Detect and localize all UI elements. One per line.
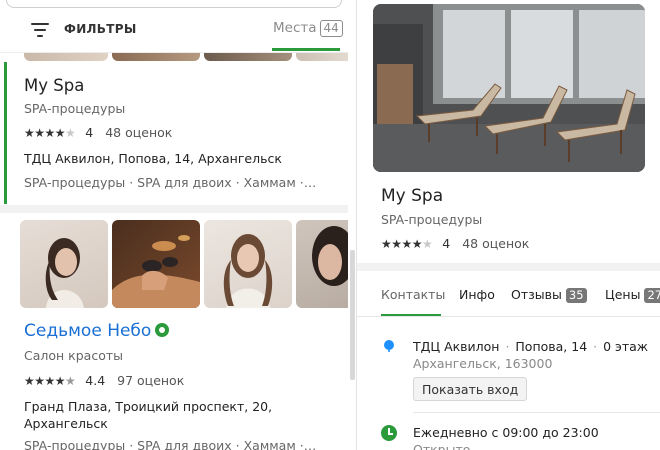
- tab-prices[interactable]: Цены27: [605, 287, 660, 303]
- search-box-edge: [6, 0, 342, 8]
- rating-count: 48 оценок: [462, 236, 530, 251]
- card-tags: SPA-процедуры · SPA для двоих · Хаммам ·…: [24, 175, 317, 190]
- filter-icon[interactable]: [31, 23, 49, 37]
- place-category: SPA-процедуры: [381, 212, 483, 227]
- tab-places-underline: [272, 48, 340, 51]
- card-rating: ★★★★★ 4.4 97 оценок: [24, 373, 184, 388]
- photo-pagination[interactable]: [509, 162, 549, 172]
- prices-count-badge: 27: [644, 288, 660, 303]
- rating-count: 97 оценок: [117, 373, 185, 388]
- rating-stars: ★★★★★: [381, 237, 433, 251]
- card-photo[interactable]: [112, 220, 200, 308]
- place-rating[interactable]: ★★★★★ 4 48 оценок: [381, 236, 529, 251]
- result-card-my-spa[interactable]: My Spa SPA-процедуры ★★★★★ 4 48 оценок Т…: [0, 62, 348, 204]
- verified-badge-icon: [155, 323, 170, 337]
- rating-count: 48 оценок: [105, 125, 173, 140]
- tab-prices-label: Цены: [605, 287, 641, 302]
- tab-reviews-label: Отзывы: [511, 287, 562, 302]
- card-address-line1: Гранд Плаза, Троицкий проспект, 20,: [24, 399, 273, 414]
- card-address-line2: Архангельск: [24, 416, 108, 431]
- rating-stars: ★★★★★: [24, 374, 76, 388]
- card-tags: SPA-процедуры · SPA для двоих · Хаммам ·…: [24, 438, 317, 450]
- location-pin-icon: [384, 340, 394, 352]
- places-count-badge: 44: [319, 20, 343, 37]
- tab-places-label: Места: [273, 20, 317, 36]
- card-photo[interactable]: [296, 220, 348, 308]
- filters-button[interactable]: ФИЛЬТРЫ: [64, 22, 137, 36]
- card-address: ТДЦ Аквилон, Попова, 14, Архангельск: [24, 151, 282, 166]
- reviews-count-badge: 35: [565, 288, 587, 303]
- rating-stars: ★★★★★: [24, 126, 76, 140]
- clock-icon: [381, 425, 397, 441]
- detail-tabs: Контакты Инфо Отзывы35 Цены27: [357, 271, 660, 317]
- address-city: Архангельск, 163000: [413, 356, 553, 371]
- results-panel: ФИЛЬТРЫ Места 44 My Spa SPA-процедуры ★★★…: [0, 0, 348, 450]
- rating-value: 4: [442, 236, 451, 251]
- card-category: Салон красоты: [24, 348, 123, 363]
- open-status: Открыто: [413, 442, 471, 450]
- address-line[interactable]: ТДЦ Аквилон · Попова, 14 · 0 этаж: [413, 339, 648, 354]
- address-street: Попова, 14: [515, 339, 588, 354]
- tab-reviews[interactable]: Отзывы 35: [511, 287, 587, 303]
- card-separator: [0, 205, 348, 213]
- filter-bar: ФИЛЬТРЫ Места 44: [0, 12, 348, 51]
- card-photo[interactable]: [20, 220, 108, 308]
- hero-photo[interactable]: [373, 4, 645, 172]
- divider: [413, 412, 660, 413]
- section-separator: [357, 263, 660, 271]
- working-hours[interactable]: Ежедневно с 09:00 до 23:00: [413, 425, 599, 440]
- result-card-sedmoe-nebo[interactable]: Седьмое Небо Салон красоты ★★★★★ 4.4 97 …: [0, 213, 348, 450]
- place-title: My Spa: [381, 186, 444, 206]
- card-rating: ★★★★★ 4 48 оценок: [24, 125, 172, 140]
- card-title[interactable]: My Spa: [24, 76, 84, 95]
- address-floor: 0 этаж: [603, 339, 649, 354]
- detail-panel: My Spa SPA-процедуры ★★★★★ 4 48 оценок К…: [356, 0, 660, 450]
- card-title[interactable]: Седьмое Небо: [24, 321, 151, 341]
- tab-info[interactable]: Инфо: [459, 287, 495, 302]
- card-category: SPA-процедуры: [24, 101, 126, 116]
- rating-value: 4.4: [85, 373, 106, 388]
- card-title-link[interactable]: Седьмое Небо: [24, 321, 170, 341]
- address-mall: ТДЦ Аквилон: [413, 339, 500, 354]
- divider: [357, 316, 660, 317]
- selected-indicator: [4, 62, 7, 204]
- scrollbar[interactable]: [350, 250, 355, 380]
- rating-value: 4: [85, 125, 94, 140]
- card-photo[interactable]: [204, 220, 292, 308]
- tab-places[interactable]: Места 44: [273, 20, 343, 37]
- card-photo-strip: [24, 53, 348, 61]
- tab-contacts[interactable]: Контакты: [381, 287, 445, 302]
- show-entrance-button[interactable]: Показать вход: [413, 377, 528, 401]
